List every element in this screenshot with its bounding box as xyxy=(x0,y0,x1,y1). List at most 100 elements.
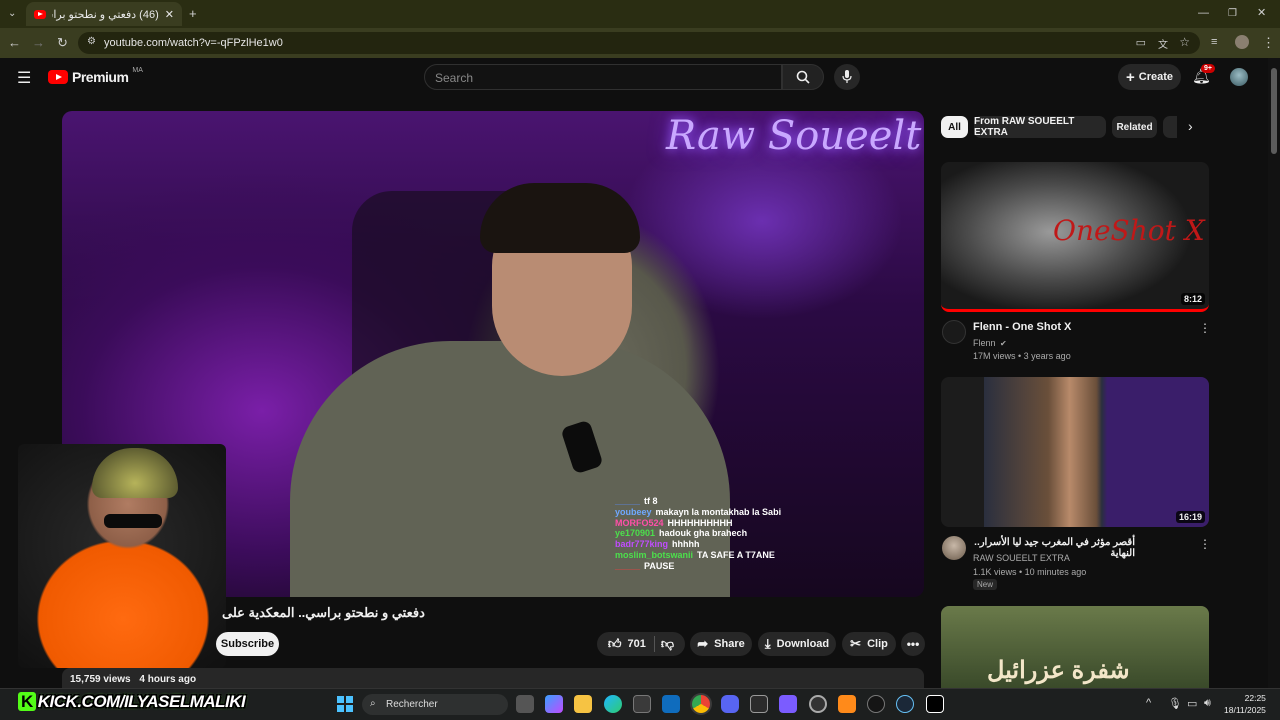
chat-text: hhhhh xyxy=(672,539,700,550)
subscribe-button[interactable]: Subscribe xyxy=(216,632,279,656)
new-tab-icon[interactable]: + xyxy=(189,7,197,20)
duration-badge: 8:12 xyxy=(1180,293,1205,305)
dislike-button[interactable]: 👎︎ xyxy=(661,636,674,652)
profile-avatar[interactable] xyxy=(1235,35,1249,49)
channel-avatar[interactable] xyxy=(942,536,966,560)
chevron-right-icon[interactable]: › xyxy=(1188,118,1193,134)
close-tab-icon[interactable]: ✕ xyxy=(165,8,174,21)
scissors-icon: ✂ xyxy=(850,636,862,651)
tab-list-icon[interactable]: ⌄ xyxy=(8,7,16,20)
edge-icon[interactable] xyxy=(604,695,622,713)
related-channel-2[interactable]: RAW SOUEELT EXTRA xyxy=(973,553,1070,563)
capcut-icon[interactable] xyxy=(926,695,944,713)
chat-message: badr777king hhhhh xyxy=(615,539,781,550)
view-count: 15,759 views xyxy=(70,674,131,685)
related-thumbnail-3[interactable]: شفرة عزرائيل xyxy=(941,606,1209,688)
chat-username: _____ xyxy=(615,496,641,506)
address-bar[interactable]: ⚙ youtube.com/watch?v=-qFPzlHe1w0 ▭ 文 ☆ xyxy=(78,32,1200,54)
chip-related[interactable]: Related xyxy=(1112,116,1157,138)
back-icon[interactable]: ← xyxy=(8,36,21,49)
new-badge: New xyxy=(973,579,998,590)
chat-username: youbeey xyxy=(615,506,652,517)
duration-badge: 16:19 xyxy=(1175,511,1205,523)
chat-text: PAUSE xyxy=(644,560,675,571)
chat-username: _____ xyxy=(615,560,641,571)
file-explorer-icon[interactable] xyxy=(574,695,592,713)
chip-from-channel[interactable]: From RAW SOUEELT EXTRA xyxy=(974,116,1106,138)
bookmark-star-icon[interactable]: ☆ xyxy=(1179,35,1190,49)
youtube-header: ☰ Premium MA Search + Create 🔔︎ 9+ xyxy=(0,58,1268,98)
related-thumbnail-2[interactable]: 16:19 xyxy=(941,377,1209,527)
search-button[interactable] xyxy=(782,64,824,90)
translate-icon[interactable]: 文 xyxy=(1158,36,1168,51)
app-dark-icon[interactable] xyxy=(867,695,885,713)
close-window-icon[interactable]: ✕ xyxy=(1257,7,1266,20)
channel-avatar[interactable] xyxy=(942,320,966,344)
outlook-icon[interactable] xyxy=(662,695,680,713)
taskbar-search[interactable]: ⌕ Rechercher xyxy=(362,694,508,715)
reload-icon[interactable]: ↻ xyxy=(57,36,68,49)
steam-icon[interactable] xyxy=(896,695,914,713)
app-orange-icon[interactable] xyxy=(838,695,856,713)
obs-icon[interactable] xyxy=(809,695,827,713)
cast-icon[interactable]: ▭ xyxy=(1136,36,1146,49)
kick-url-text: KICK.COM/ILYASELMALIKI xyxy=(37,692,246,711)
chip-all[interactable]: All xyxy=(941,116,968,138)
microphone-tray-icon[interactable]: 🎙︎ xyxy=(1168,697,1182,710)
chip-overflow[interactable] xyxy=(1163,116,1177,138)
browser-tab[interactable]: (46) دفعتي و نطحتو براسي.. المعـ ✕ xyxy=(26,2,182,26)
site-info-icon[interactable]: ⚙ xyxy=(87,36,96,47)
chat-text: tf 8 xyxy=(644,496,658,506)
clip-button[interactable]: ✂ Clip xyxy=(842,632,896,656)
hamburger-menu-icon[interactable]: ☰ xyxy=(17,68,31,88)
facecam-overlay xyxy=(18,444,226,668)
related-meta-1: 17M views • 3 years ago xyxy=(973,351,1071,361)
share-icon: ➦ xyxy=(697,636,709,651)
voice-search-button[interactable] xyxy=(834,64,860,90)
network-icon[interactable]: ▭ xyxy=(1187,697,1197,710)
tab-title: (46) دفعتي و نطحتو براسي.. المعـ xyxy=(52,8,159,21)
facecam-hair xyxy=(92,448,178,498)
description-box[interactable]: 15,759 views 4 hours ago xyxy=(62,668,924,690)
system-clock[interactable]: 22:25 18/11/2025 xyxy=(1224,692,1266,716)
speaker-icon[interactable]: 🔊︎ xyxy=(1204,697,1211,710)
region-label: MA xyxy=(132,66,143,74)
search-input[interactable]: Search xyxy=(424,64,782,90)
share-button[interactable]: ➦ Share xyxy=(690,632,752,656)
related-thumbnail-1[interactable]: OneShot X 8:12 xyxy=(941,162,1209,312)
more-options-icon[interactable]: ⋮ xyxy=(1199,537,1211,551)
copilot-icon[interactable] xyxy=(545,695,563,713)
related-title-1[interactable]: Flenn - One Shot X xyxy=(973,321,1071,333)
discord-icon[interactable] xyxy=(721,695,739,713)
reading-list-icon[interactable]: ≡ xyxy=(1211,36,1217,49)
neon-sign: Raw Soueelt xyxy=(666,113,922,159)
youtube-favicon-icon xyxy=(34,9,46,19)
restore-icon[interactable]: ❐ xyxy=(1228,7,1237,20)
thumbs-down-icon: 👎︎ xyxy=(660,636,675,651)
notifications-button[interactable]: 🔔︎ 9+ xyxy=(1192,64,1215,86)
chrome-icon[interactable] xyxy=(692,695,710,713)
store-icon[interactable] xyxy=(633,695,651,713)
account-avatar[interactable] xyxy=(1230,68,1248,86)
search-icon: ⌕ xyxy=(370,698,376,709)
windows-start-icon[interactable] xyxy=(337,696,353,712)
app-icon[interactable] xyxy=(750,695,768,713)
game-controller-icon[interactable] xyxy=(779,695,797,713)
create-label: Create xyxy=(1138,71,1173,83)
download-button[interactable]: ⤓ Download xyxy=(758,632,836,656)
youtube-logo[interactable]: Premium MA xyxy=(48,66,143,85)
chrome-menu-icon[interactable]: ⋮ xyxy=(1262,36,1275,49)
forward-icon[interactable]: → xyxy=(32,36,45,49)
scrollbar-thumb[interactable] xyxy=(1271,68,1277,154)
related-channel-1[interactable]: Flenn ✔ xyxy=(973,338,1007,348)
tray-chevron-icon[interactable]: ^ xyxy=(1146,697,1151,709)
minimize-icon[interactable]: — xyxy=(1198,7,1209,20)
share-label: Share xyxy=(714,638,745,650)
like-button[interactable]: 👍︎ 701 xyxy=(608,636,655,652)
task-view-icon[interactable] xyxy=(516,695,534,713)
create-button[interactable]: + Create xyxy=(1118,64,1181,90)
more-actions-button[interactable]: ••• xyxy=(901,632,925,656)
more-horizontal-icon: ••• xyxy=(906,637,920,651)
chat-username: moslim_botswanii xyxy=(615,549,694,560)
more-options-icon[interactable]: ⋮ xyxy=(1199,321,1211,335)
